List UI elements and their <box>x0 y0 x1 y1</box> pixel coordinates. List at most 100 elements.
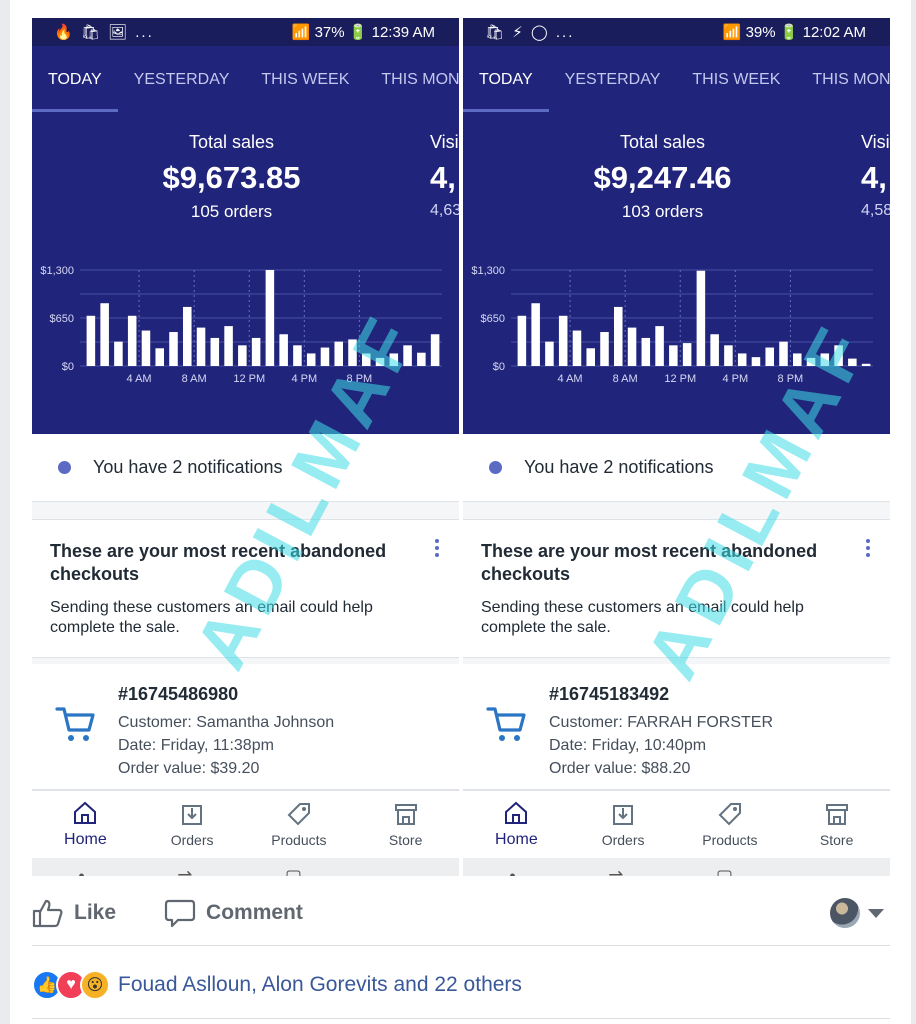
abandoned-checkouts-card: These are your most recent abandoned che… <box>32 520 459 658</box>
x-tick-label: 4 AM <box>558 373 583 384</box>
card-description: Sending these customers an email could h… <box>50 599 373 636</box>
nav-dot-icon[interactable]: • <box>78 866 84 877</box>
facebook-post: 🔥 🛍 🖼 ... 📶 37% 🔋 12:39 AM TODAY YESTERD… <box>10 0 911 1024</box>
card-title: These are your most recent abandoned che… <box>50 541 387 584</box>
date-range-tabs: TODAY YESTERDAY THIS WEEK THIS MONT <box>32 46 459 114</box>
order-date: Date: Friday, 11:38pm <box>118 737 274 754</box>
like-button[interactable]: Like <box>32 898 116 928</box>
home-icon <box>74 801 97 824</box>
orders-count: 105 orders <box>190 202 273 221</box>
chart-bar <box>627 327 637 366</box>
nav-products[interactable]: Products <box>677 791 784 858</box>
reactors-text[interactable]: Fouad Aslloun, Alon Gorevits and 22 othe… <box>118 973 522 997</box>
chart-bar <box>114 341 123 366</box>
status-time: 📶 39% 🔋 12:02 AM <box>722 24 866 41</box>
recent-apps-icon[interactable]: ⇌ <box>608 866 623 877</box>
card-title: These are your most recent abandoned che… <box>481 541 818 584</box>
order-value: Order value: $88.20 <box>549 760 691 777</box>
chart-bar <box>417 352 426 366</box>
nav-orders-label: Orders <box>170 831 214 848</box>
nav-store[interactable]: Store <box>783 791 890 858</box>
home-button-icon[interactable]: ▢ <box>716 866 733 877</box>
x-tick-label: 8 PM <box>347 373 373 384</box>
tab-yesterday[interactable]: YESTERDAY <box>118 46 246 114</box>
bottom-navigation: Home Orders Products Store <box>463 790 890 858</box>
tab-today[interactable]: TODAY <box>32 46 118 114</box>
x-tick-label: 12 PM <box>233 373 265 384</box>
chart-bar <box>348 339 357 366</box>
visits-sub: 4,63 <box>430 202 459 219</box>
comment-icon <box>164 899 196 927</box>
comment-button[interactable]: Comment <box>164 898 303 928</box>
tab-yesterday[interactable]: YESTERDAY <box>549 46 677 114</box>
nav-home[interactable]: Home <box>32 791 139 858</box>
abandoned-order-item[interactable]: #16745486980 Customer: Samantha Johnson … <box>32 664 459 790</box>
nav-orders[interactable]: Orders <box>139 791 246 858</box>
chart-bar <box>641 337 651 366</box>
abandoned-order-item[interactable]: #16745183492 Customer: FARRAH FORSTER Da… <box>463 664 890 790</box>
chart-bar <box>251 337 261 366</box>
y-tick-label: $650 <box>481 313 505 325</box>
nav-store[interactable]: Store <box>352 791 459 858</box>
orders-icon <box>182 804 203 825</box>
chart-bar <box>779 341 788 366</box>
notifications-banner[interactable]: You have 2 notifications <box>32 434 459 502</box>
back-icon[interactable]: ← <box>395 866 413 877</box>
notifications-banner[interactable]: You have 2 notifications <box>463 434 890 502</box>
chart-bar <box>834 345 843 366</box>
nav-dot-icon[interactable]: • <box>509 866 515 877</box>
chart-bar <box>806 357 816 366</box>
chart-bar <box>614 306 623 366</box>
x-tick-label: 12 PM <box>664 373 696 384</box>
back-icon[interactable]: ← <box>826 866 844 877</box>
chart-bar <box>751 357 761 366</box>
chart-bar <box>375 357 385 366</box>
chart-bar <box>306 353 316 366</box>
home-icon <box>505 801 528 824</box>
nav-home-label: Home <box>64 830 107 848</box>
more-options-icon[interactable] <box>866 536 870 560</box>
home-button-icon[interactable]: ▢ <box>285 866 302 877</box>
chart-bar <box>334 341 343 366</box>
visits-sub: 4,58 <box>861 202 890 219</box>
chart-bar <box>238 345 247 366</box>
chart-bar <box>655 326 664 366</box>
wow-reaction-icon: 😮 <box>80 970 110 1000</box>
shopping-cart-icon <box>486 707 526 741</box>
tab-this-week[interactable]: THIS WEEK <box>676 46 796 114</box>
tab-today[interactable]: TODAY <box>463 46 549 114</box>
card-description: Sending these customers an email could h… <box>481 599 804 636</box>
chart-bar <box>682 343 692 366</box>
order-date: Date: Friday, 10:40pm <box>549 737 707 754</box>
recent-apps-icon[interactable]: ⇌ <box>177 866 192 877</box>
tab-this-month[interactable]: THIS MONT <box>796 46 890 114</box>
order-customer: Customer: Samantha Johnson <box>118 714 335 731</box>
post-as-selector[interactable] <box>830 898 884 928</box>
divider <box>32 1018 890 1019</box>
nav-home[interactable]: Home <box>463 791 570 858</box>
tab-this-month[interactable]: THIS MONT <box>365 46 459 114</box>
chart-bar <box>848 358 857 366</box>
reactions-summary[interactable]: 👍 ♥ 😮 Fouad Aslloun, Alon Gorevits and 2… <box>32 960 522 1010</box>
like-label: Like <box>74 900 117 924</box>
chart-bar <box>86 315 96 366</box>
chart-bar <box>362 353 371 366</box>
nav-products[interactable]: Products <box>246 791 353 858</box>
tab-this-week[interactable]: THIS WEEK <box>245 46 365 114</box>
nav-store-label: Store <box>388 831 423 848</box>
status-bar: 🛍 ⚡ ◯ ... 📶 39% 🔋 12:02 AM <box>463 18 890 46</box>
status-icons: 🔥 🛍 🖼 ... <box>54 24 154 41</box>
chart-bar <box>389 353 399 366</box>
post-actions-bar: Like Comment <box>32 880 890 946</box>
nav-home-label: Home <box>495 830 538 848</box>
total-sales-label: Total sales <box>619 132 706 152</box>
notification-dot <box>58 461 71 474</box>
thumbs-up-icon <box>32 899 63 927</box>
x-tick-label: 8 PM <box>778 373 804 384</box>
bottom-navigation: Home Orders Products Store <box>32 790 459 858</box>
nav-orders[interactable]: Orders <box>570 791 677 858</box>
more-options-icon[interactable] <box>435 536 439 560</box>
y-tick-label: $1,300 <box>471 265 505 277</box>
nav-store-label: Store <box>819 831 854 848</box>
nav-orders-label: Orders <box>601 831 645 848</box>
